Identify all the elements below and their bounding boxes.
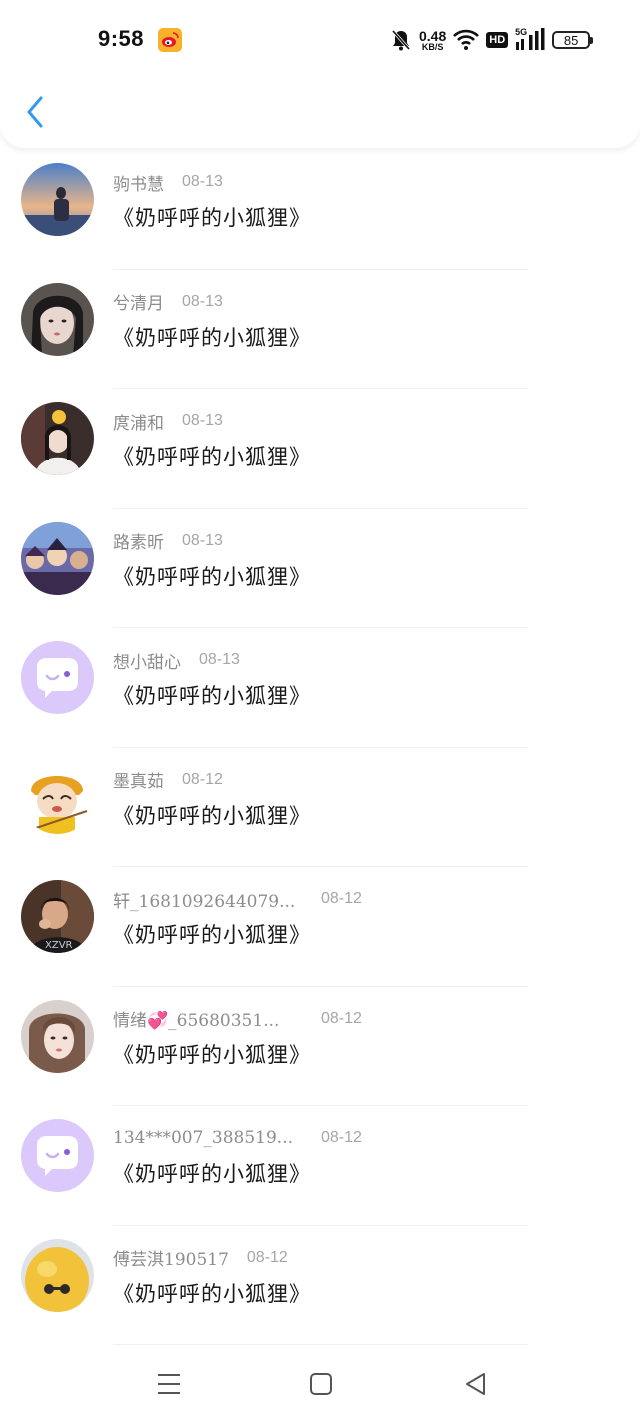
battery-level: 85 bbox=[563, 32, 579, 48]
comment-text: 《奶呼呼的小狐狸》 bbox=[113, 1281, 311, 1306]
comment-text: 《奶呼呼的小狐狸》 bbox=[113, 803, 311, 828]
status-time: 9:58 bbox=[98, 26, 145, 51]
comment-date: 08-13 bbox=[199, 651, 240, 668]
list-item[interactable]: 134***007_388519... 08-12 《奶呼呼的小狐狸》 bbox=[0, 1106, 640, 1226]
comment-text: 《奶呼呼的小狐狸》 bbox=[113, 1042, 311, 1067]
net-speed-value: 0.48 bbox=[419, 27, 447, 44]
home-square-icon bbox=[310, 1373, 332, 1395]
avatar[interactable] bbox=[21, 999, 94, 1073]
comment-date: 08-13 bbox=[182, 292, 223, 310]
mute-bell-icon bbox=[391, 30, 411, 51]
user-name[interactable]: 傅芸淇190517 bbox=[113, 1245, 229, 1270]
comment-text: 《奶呼呼的小狐狸》 bbox=[113, 206, 311, 230]
avatar[interactable] bbox=[21, 760, 94, 834]
battery-icon: 85 bbox=[552, 31, 594, 49]
avatar[interactable] bbox=[21, 641, 94, 714]
back-button[interactable] bbox=[20, 92, 50, 132]
cellular-signal-icon: 5G bbox=[515, 27, 545, 52]
user-name[interactable]: 轩_1681092644079... bbox=[113, 887, 295, 912]
user-name[interactable]: 想小甜心 bbox=[113, 648, 181, 673]
user-name[interactable]: 134***007_388519... bbox=[113, 1128, 293, 1148]
svg-text:XZVR: XZVR bbox=[45, 940, 73, 951]
network-speed: 0.48 KB/S bbox=[419, 29, 446, 52]
avatar[interactable] bbox=[21, 1238, 94, 1312]
comment-text: 《奶呼呼的小狐狸》 bbox=[113, 1162, 311, 1186]
comment-text: 《奶呼呼的小狐狸》 bbox=[113, 445, 311, 469]
user-name[interactable]: 路素昕 bbox=[113, 528, 164, 553]
system-back-button[interactable] bbox=[459, 1369, 491, 1399]
home-button[interactable] bbox=[305, 1369, 337, 1399]
avatar[interactable] bbox=[21, 521, 94, 595]
net-speed-unit: KB/S bbox=[421, 41, 444, 52]
comment-date: 08-12 bbox=[246, 1248, 288, 1266]
comment-text: 《奶呼呼的小狐狸》 bbox=[113, 684, 311, 708]
comment-text: 《奶呼呼的小狐狸》 bbox=[113, 923, 311, 947]
list-item[interactable]: 兮清月 08-13 《奶呼呼的小狐狸》 bbox=[0, 270, 640, 389]
user-name[interactable]: 墨真茹 bbox=[113, 767, 164, 792]
avatar[interactable]: XZVR bbox=[21, 880, 94, 953]
list-item[interactable]: 想小甜心 08-13 《奶呼呼的小狐狸》 bbox=[0, 628, 640, 748]
chevron-left-icon bbox=[27, 96, 43, 128]
list-item[interactable]: XZVR 轩_1681092644079... 08-12 《奶呼呼的小狐狸》 bbox=[0, 867, 640, 987]
default-chat-icon bbox=[21, 1119, 94, 1192]
avatar[interactable] bbox=[21, 402, 94, 475]
default-chat-icon bbox=[21, 641, 94, 714]
back-triangle-icon bbox=[466, 1373, 485, 1395]
list-item[interactable]: 情绪💞_65680351... 08-12 《奶呼呼的小狐狸》 bbox=[0, 987, 640, 1106]
comment-date: 08-13 bbox=[182, 531, 223, 549]
avatar[interactable] bbox=[21, 282, 94, 356]
comment-list: 驹书慧 08-13 《奶呼呼的小狐狸》 兮清月 08-13 《奶呼呼的小狐狸》 bbox=[0, 150, 640, 1345]
comment-date: 08-12 bbox=[321, 1009, 362, 1027]
wifi-icon bbox=[453, 29, 480, 50]
list-item[interactable]: 驹书慧 08-13 《奶呼呼的小狐狸》 bbox=[0, 150, 640, 270]
user-name[interactable]: 兮清月 bbox=[113, 289, 164, 314]
comment-text: 《奶呼呼的小狐狸》 bbox=[113, 325, 311, 350]
comment-date: 08-13 bbox=[182, 412, 223, 429]
list-item[interactable]: 庹浦和 08-13 《奶呼呼的小狐狸》 bbox=[0, 389, 640, 509]
list-item[interactable]: 墨真茹 08-12 《奶呼呼的小狐狸》 bbox=[0, 748, 640, 867]
user-name[interactable]: 驹书慧 bbox=[113, 170, 164, 195]
menu-icon bbox=[158, 1374, 180, 1394]
list-item[interactable]: 傅芸淇190517 08-12 《奶呼呼的小狐狸》 bbox=[0, 1226, 640, 1345]
weibo-icon bbox=[158, 28, 182, 52]
user-name[interactable]: 情绪💞_65680351... bbox=[113, 1006, 279, 1031]
user-name[interactable]: 庹浦和 bbox=[113, 409, 164, 434]
system-nav-bar bbox=[0, 1345, 640, 1422]
status-bar: 9:58 0.48 KB/S HD 5G 85 bbox=[0, 0, 640, 78]
avatar[interactable] bbox=[21, 163, 94, 236]
list-item[interactable]: 路素昕 08-13 《奶呼呼的小狐狸》 bbox=[0, 509, 640, 628]
comment-date: 08-12 bbox=[182, 770, 223, 788]
comment-text: 《奶呼呼的小狐狸》 bbox=[113, 564, 311, 589]
menu-button[interactable] bbox=[153, 1369, 185, 1399]
hd-badge: HD bbox=[486, 32, 509, 48]
comment-date: 08-12 bbox=[321, 890, 362, 907]
comment-date: 08-13 bbox=[182, 173, 223, 190]
comment-date: 08-12 bbox=[321, 1129, 362, 1146]
avatar[interactable] bbox=[21, 1119, 94, 1192]
